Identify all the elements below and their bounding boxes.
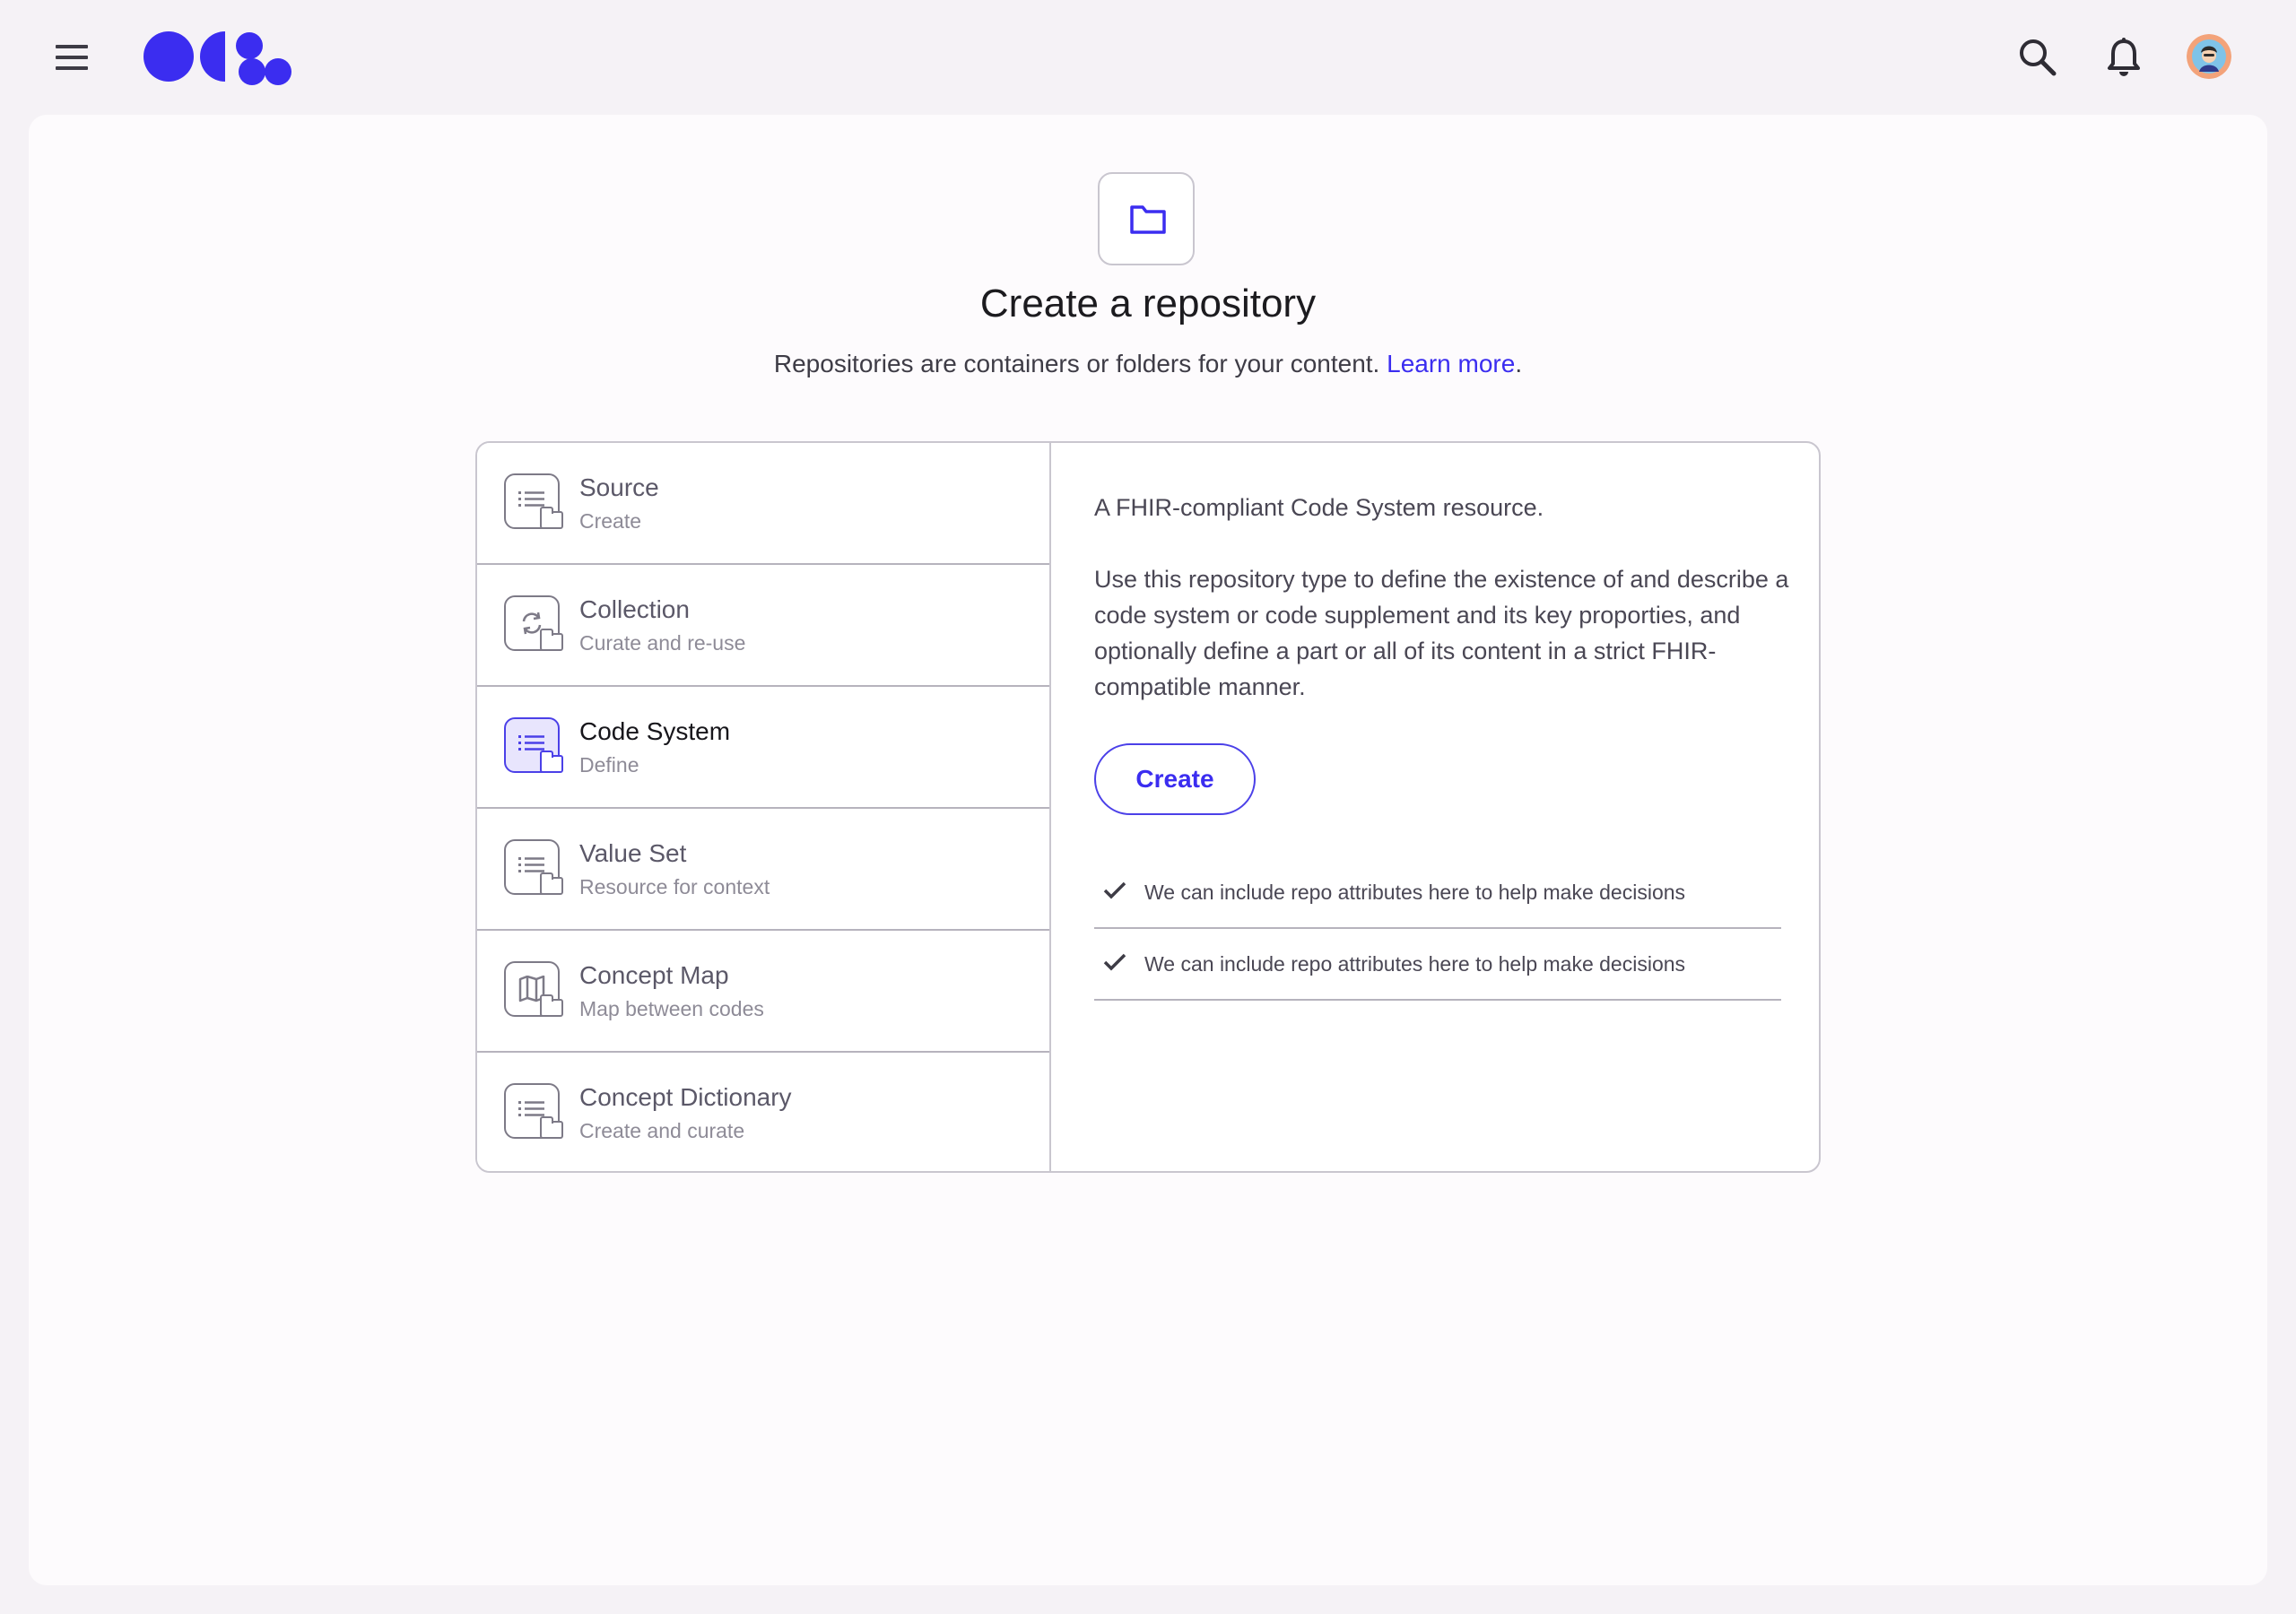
folder-badge-icon: [540, 751, 563, 773]
repo-type-description: Define: [579, 753, 639, 777]
check-icon: [1103, 953, 1126, 971]
folder-badge-icon: [540, 872, 563, 895]
list-icon: [504, 839, 563, 895]
repo-type-code-system[interactable]: Code System Define: [477, 687, 1049, 809]
feature-row: We can include repo attributes here to h…: [1094, 857, 1781, 929]
repo-type-name: Value Set: [579, 839, 687, 867]
repo-type-name: Concept Map: [579, 961, 729, 989]
repo-type-selector: Source Create Collection Curate and re-u…: [475, 441, 1821, 1173]
repo-type-description: Create: [579, 509, 642, 533]
map-icon: [504, 961, 563, 1017]
search-icon[interactable]: [2014, 34, 2061, 81]
folder-icon: [1098, 172, 1195, 265]
user-avatar[interactable]: [2187, 34, 2231, 79]
list-icon: [504, 473, 563, 529]
repo-type-detail: A FHIR-compliant Code System resource. U…: [1051, 443, 1819, 1171]
folder-badge-icon: [540, 507, 563, 529]
check-icon: [1103, 881, 1126, 899]
hamburger-menu-icon[interactable]: [50, 36, 93, 79]
top-app-bar: [0, 0, 2296, 115]
repo-type-concept-map[interactable]: Concept Map Map between codes: [477, 931, 1049, 1053]
detail-summary: A FHIR-compliant Code System resource.: [1094, 494, 1544, 521]
repo-type-collection[interactable]: Collection Curate and re-use: [477, 565, 1049, 687]
feature-row: We can include repo attributes here to h…: [1094, 929, 1781, 1001]
ocl-logo[interactable]: [142, 30, 294, 86]
page-title: Create a repository: [979, 282, 1317, 325]
repo-type-source[interactable]: Source Create: [477, 443, 1049, 565]
subtitle-end: .: [1515, 350, 1523, 377]
repo-type-description: Map between codes: [579, 997, 764, 1020]
feature-text: We can include repo attributes here to h…: [1144, 881, 1686, 904]
folder-badge-icon: [540, 629, 563, 651]
bell-icon[interactable]: [2100, 34, 2147, 81]
repo-type-name: Code System: [579, 717, 731, 745]
create-button[interactable]: Create: [1094, 743, 1256, 815]
folder-badge-icon: [540, 1116, 563, 1139]
list-icon: [504, 717, 563, 773]
refresh-icon: [504, 595, 563, 651]
list-icon: [504, 1083, 563, 1139]
feature-text: We can include repo attributes here to h…: [1144, 952, 1686, 976]
repo-type-concept-dictionary[interactable]: Concept Dictionary Create and curate: [477, 1053, 1049, 1171]
folder-badge-icon: [540, 994, 563, 1017]
repo-type-description: Resource for context: [579, 875, 770, 898]
repo-type-description: Curate and re-use: [579, 631, 746, 655]
repo-type-name: Source: [579, 473, 659, 501]
detail-body: Use this repository type to define the e…: [1094, 566, 1789, 700]
subtitle-text: Repositories are containers or folders f…: [773, 350, 1380, 377]
repo-type-description: Create and curate: [579, 1119, 745, 1142]
learn-more-link[interactable]: Learn more: [1387, 350, 1515, 377]
repo-type-name: Collection: [579, 595, 690, 623]
repo-type-value-set[interactable]: Value Set Resource for context: [477, 809, 1049, 931]
page-subtitle: Repositories are containers or folders f…: [0, 350, 2296, 378]
repo-type-name: Concept Dictionary: [579, 1083, 792, 1111]
repo-type-list: Source Create Collection Curate and re-u…: [477, 443, 1051, 1171]
